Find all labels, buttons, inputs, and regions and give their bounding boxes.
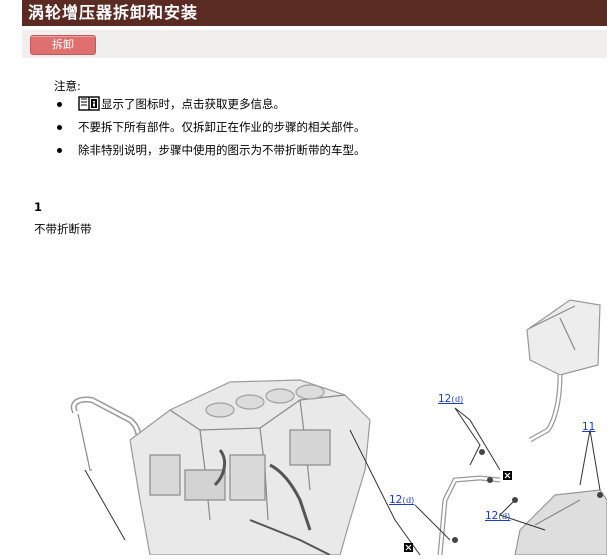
step-subtitle: 不带折断带 [34,222,92,236]
bullet [57,102,62,107]
note-item: 不要拆下所有部件。仅拆卸正在作业的步骤的相关部件。 [36,119,456,142]
note-text: 不要拆下所有部件。仅拆卸正在作业的步骤的相关部件。 [78,120,366,134]
note-text: 除非特别说明，步骤中使用的图示为不带折断带的车型。 [78,143,366,157]
callout-12-left[interactable]: 12(𝕕) [389,494,414,506]
note-item: 显示了图标时，点击获取更多信息。 [36,96,456,119]
callout-number: 12 [389,494,403,506]
callout-number: 12 [485,510,499,522]
callout-suffix: (𝕕) [402,496,415,505]
note-text: 显示了图标时，点击获取更多信息。 [101,97,285,111]
notes-label: 注意: [54,79,81,93]
callout-12-right[interactable]: 12(𝕕) [485,510,510,522]
bullet [57,148,62,153]
engine-illustration [70,299,607,556]
note-item: 除非特别说明，步骤中使用的图示为不带折断带的车型。 [36,142,456,165]
callout-number: 11 [582,421,596,433]
step-number: 1 [34,200,43,214]
page-title: 涡轮增压器拆卸和安装 [22,0,607,26]
removal-section-button[interactable]: 拆卸 [30,35,96,55]
callout-number: 12 [438,393,452,405]
callout-12-top[interactable]: 12(𝕕) [438,393,463,405]
callout-suffix: (𝕕) [498,512,511,521]
callout-11[interactable]: 11 [582,421,595,433]
section-bar: 拆卸 [22,30,607,58]
book-icon [78,96,100,111]
bullet [57,125,62,130]
engine-diagram: 12(𝕕) 12(𝕕) 12(𝕕) 11 [0,290,607,556]
notes-list: 显示了图标时，点击获取更多信息。 不要拆下所有部件。仅拆卸正在作业的步骤的相关部… [36,96,456,165]
callout-suffix: (𝕕) [451,395,464,404]
